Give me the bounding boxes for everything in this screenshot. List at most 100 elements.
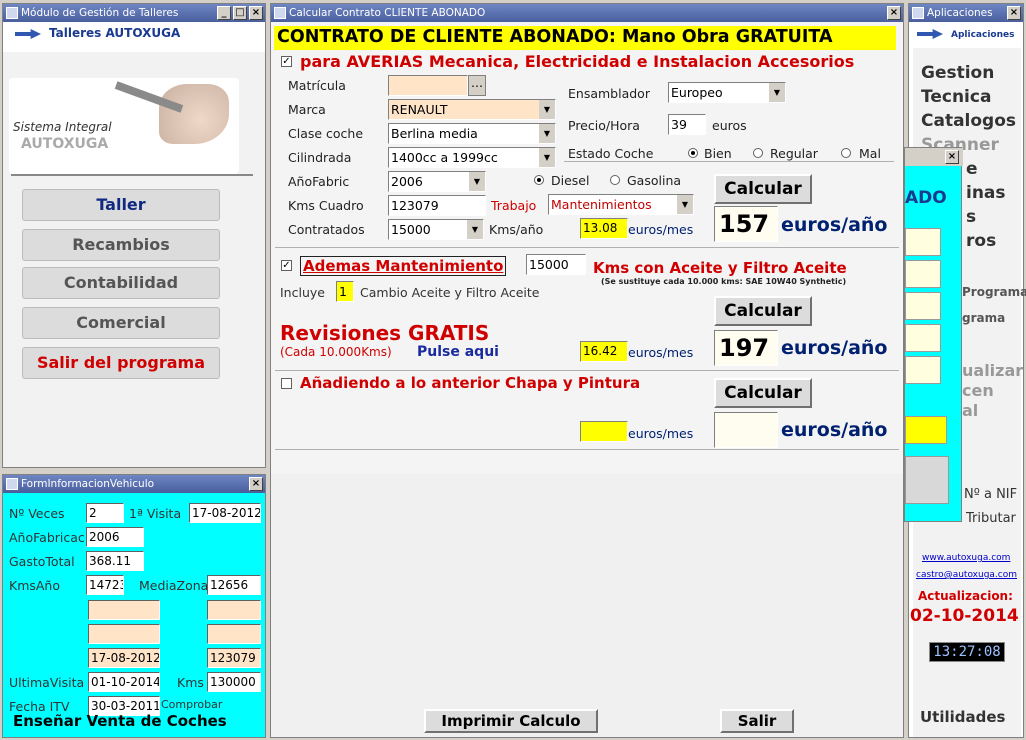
pulse-aqui-link[interactable]: Pulse aqui	[417, 344, 499, 360]
cilindrada-select[interactable]: 1400cc a 1999cc	[388, 147, 556, 168]
chevron-down-icon[interactable]: ▼	[677, 195, 693, 214]
r3-ano-field[interactable]	[714, 412, 778, 448]
background-field-1[interactable]	[905, 228, 941, 256]
kmsano-field[interactable]: 14723	[86, 575, 124, 595]
background-field-4[interactable]	[905, 324, 941, 352]
chevron-down-icon[interactable]: ▼	[769, 83, 785, 102]
background-yellow-field[interactable]	[905, 416, 947, 444]
nav-contabilidad-button[interactable]: Contabilidad	[22, 267, 220, 299]
partial-tributar[interactable]: Tributar	[966, 511, 1016, 526]
veces-label: Nº Veces	[9, 506, 65, 521]
fecha-field[interactable]: 17-08-2012	[88, 648, 160, 668]
preciohora-label: Precio/Hora	[568, 118, 640, 133]
close-icon[interactable]: ×	[945, 150, 959, 164]
maximize-icon[interactable]: □	[233, 6, 247, 20]
primera-label: 1ª Visita	[129, 506, 182, 521]
partial-nif[interactable]: Nº a NIF	[964, 487, 1017, 502]
menu-gestion[interactable]: Gestion	[921, 63, 994, 83]
info-titlebar: FormInformacionVehiculo ×	[3, 475, 265, 493]
euros-label: euros	[712, 118, 747, 133]
averias-checkbox[interactable]: ✓	[281, 56, 292, 67]
marca-select[interactable]: RENAULT	[388, 99, 556, 120]
nav-salir-button[interactable]: Salir del programa	[22, 347, 220, 379]
matricula-field[interactable]	[388, 75, 468, 96]
chevron-down-icon[interactable]: ▼	[469, 172, 485, 191]
close-icon[interactable]: ×	[249, 6, 263, 20]
menu-partial-2[interactable]: inas	[966, 183, 1006, 203]
kms-a-field[interactable]: 123079	[207, 648, 261, 668]
menu-catalogos[interactable]: Catalogos	[921, 111, 1016, 131]
menu-partial-3[interactable]: s	[966, 207, 976, 227]
trabajo-select[interactable]: Mantenimientos	[548, 194, 694, 215]
salir-button[interactable]: Salir	[720, 709, 794, 733]
matricula-browse-button[interactable]: …	[468, 75, 486, 96]
chevron-down-icon[interactable]: ▼	[539, 148, 555, 167]
preciohora-field[interactable]: 39	[668, 114, 706, 135]
background-button[interactable]	[905, 456, 949, 504]
partial-actualizar[interactable]: ualizar	[962, 361, 1023, 380]
estado-bien-radio[interactable]	[688, 148, 698, 158]
ultima-field[interactable]: 01-10-2014	[88, 672, 160, 692]
estado-label: Estado Coche	[568, 146, 654, 161]
chevron-down-icon[interactable]: ▼	[467, 220, 483, 239]
background-field-2[interactable]	[905, 260, 941, 288]
mail-link[interactable]: castro@autoxuga.com	[916, 570, 1017, 580]
r1-ano-field[interactable]: 157	[714, 206, 778, 242]
calcular-button-1[interactable]: Calcular	[714, 174, 812, 204]
estado-regular-radio[interactable]	[753, 148, 763, 158]
partial-al[interactable]: al	[962, 401, 978, 420]
partial-programa-2[interactable]: grama	[962, 311, 1005, 325]
menu-partial-1[interactable]: e	[966, 159, 978, 179]
empty-field-2[interactable]	[207, 600, 261, 620]
chapa-checkbox[interactable]	[281, 378, 292, 389]
kmscuadro-field[interactable]: 123079	[388, 195, 486, 216]
calcular-button-2[interactable]: Calcular	[714, 296, 812, 326]
media-field[interactable]: 12656	[207, 575, 261, 595]
comprobar-label[interactable]: Comprobar	[161, 698, 222, 711]
r3-mes-field[interactable]	[580, 421, 628, 442]
calcular-button-3[interactable]: Calcular	[714, 378, 812, 408]
veces-field[interactable]: 2	[86, 503, 124, 523]
imprimir-button[interactable]: Imprimir Calculo	[424, 709, 598, 733]
incluye-field[interactable]: 1	[336, 281, 354, 302]
r1-mes-field[interactable]: 13.08	[580, 218, 628, 239]
clase-select[interactable]: Berlina media	[388, 123, 556, 144]
primera-field[interactable]: 17-08-2012	[189, 503, 261, 523]
estado-mal-radio[interactable]	[841, 148, 851, 158]
chevron-down-icon[interactable]: ▼	[539, 124, 555, 143]
utilidades-button[interactable]: Utilidades	[920, 708, 1005, 726]
nav-taller-button[interactable]: Taller	[22, 189, 220, 221]
background-field-5[interactable]	[905, 356, 941, 384]
r2-mes-field[interactable]: 16.42	[580, 341, 628, 362]
actualizacion-label: Actualizacion:	[918, 589, 1013, 603]
minimize-icon[interactable]: _	[217, 6, 231, 20]
menu-partial-4[interactable]: ros	[966, 231, 996, 251]
partial-programa-1[interactable]: Programa	[962, 285, 1026, 299]
nav-recambios-button[interactable]: Recambios	[22, 229, 220, 261]
menu-tecnica[interactable]: Tecnica	[921, 87, 991, 107]
empty-field-1[interactable]	[88, 600, 160, 620]
gasto-field[interactable]: 368.11	[86, 551, 144, 571]
close-icon[interactable]: ×	[1007, 6, 1021, 20]
empty-field-3[interactable]	[88, 624, 160, 644]
web-link[interactable]: www.autoxuga.com	[922, 553, 1010, 563]
section-divider-3	[275, 449, 899, 450]
gasolina-radio[interactable]	[610, 175, 620, 185]
partial-almacen[interactable]: cen	[962, 381, 994, 400]
mantenimiento-checkbox[interactable]: ✓	[281, 260, 292, 271]
mant-kms-field[interactable]: 15000	[526, 254, 586, 275]
anofab-field[interactable]: 2006	[86, 527, 144, 547]
background-field-3[interactable]	[905, 292, 941, 320]
r2-ano-field[interactable]: 197	[714, 330, 778, 366]
close-icon[interactable]: ×	[887, 6, 901, 20]
diesel-radio[interactable]	[534, 175, 544, 185]
nav-comercial-button[interactable]: Comercial	[22, 307, 220, 339]
close-icon[interactable]: ×	[249, 477, 263, 491]
left-window: Módulo de Gestión de Talleres _ □ × Taller…	[2, 3, 266, 468]
kms-field[interactable]: 130000	[207, 672, 261, 692]
empty-field-4[interactable]	[207, 624, 261, 644]
media-label: MediaZona	[139, 578, 209, 593]
venta-coches-link[interactable]: Enseñar Venta de Coches	[13, 712, 227, 730]
chevron-down-icon[interactable]: ▼	[539, 100, 555, 119]
kmsano-label: Kms/año	[489, 222, 544, 237]
